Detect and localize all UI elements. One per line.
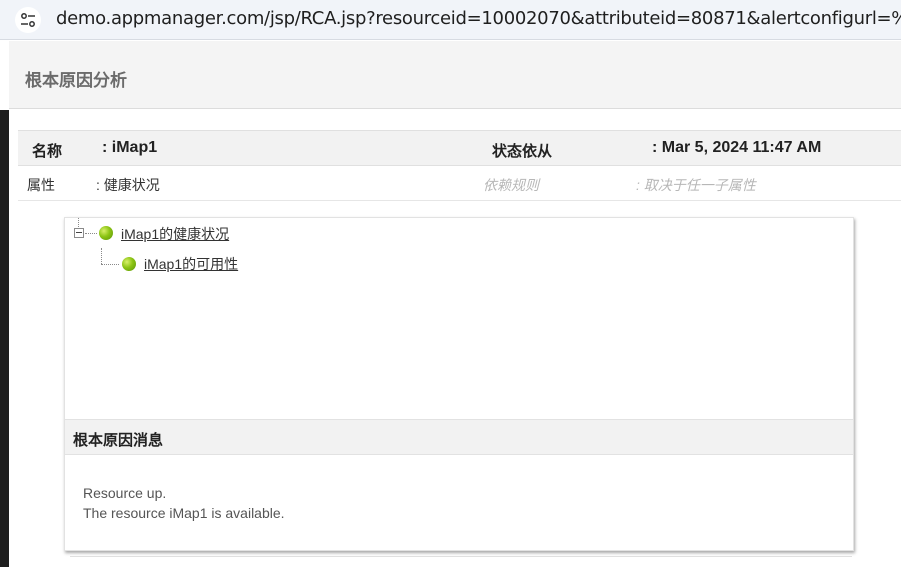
rca-panel: iMap1的健康状况 iMap1的可用性 根本原因消息 Resource up.… xyxy=(64,217,854,551)
message-line: Resource up. xyxy=(83,485,167,501)
collapse-toggle-icon[interactable] xyxy=(74,228,84,238)
page-title: 根本原因分析 xyxy=(25,71,127,90)
message-title: 根本原因消息 xyxy=(73,432,164,449)
tree-node-health[interactable]: iMap1的健康状况 xyxy=(121,224,229,244)
message-line: The resource iMap1 is available. xyxy=(83,505,285,521)
tree-connector xyxy=(78,218,79,227)
attribute-value: : 健康状况 xyxy=(96,177,160,193)
left-edge-bar xyxy=(0,110,9,567)
url-text[interactable]: demo.appmanager.com/jsp/RCA.jsp?resource… xyxy=(56,8,901,29)
message-header: 根本原因消息 xyxy=(65,419,853,455)
name-label: 名称 xyxy=(32,143,63,160)
status-green-icon xyxy=(122,257,136,271)
browser-address-bar[interactable]: demo.appmanager.com/jsp/RCA.jsp?resource… xyxy=(0,0,901,40)
tree-node-availability[interactable]: iMap1的可用性 xyxy=(144,254,238,274)
name-value: : iMap1 xyxy=(102,139,158,156)
dependency-tree: iMap1的健康状况 iMap1的可用性 xyxy=(65,218,853,418)
attribute-label: 属性 xyxy=(27,177,55,193)
status-green-icon xyxy=(99,226,113,240)
page-header: 根本原因分析 xyxy=(9,41,901,109)
status-label: 状态依从 xyxy=(492,143,553,160)
divider xyxy=(70,556,852,557)
tree-connector xyxy=(101,264,119,265)
tree-connector xyxy=(85,233,97,234)
rule-value: : 取决于任一子属性 xyxy=(636,177,756,193)
info-row-secondary: 属性 : 健康状况 依赖规则 : 取决于任一子属性 xyxy=(18,166,901,201)
status-value: : Mar 5, 2024 11:47 AM xyxy=(652,139,822,156)
info-row-primary: 名称 : iMap1 状态依从 : Mar 5, 2024 11:47 AM xyxy=(18,130,901,166)
rule-label: 依赖规则 xyxy=(483,177,539,193)
message-body: Resource up. The resource iMap1 is avail… xyxy=(83,483,285,523)
tune-icon[interactable] xyxy=(15,7,41,33)
tree-connector xyxy=(101,248,102,264)
